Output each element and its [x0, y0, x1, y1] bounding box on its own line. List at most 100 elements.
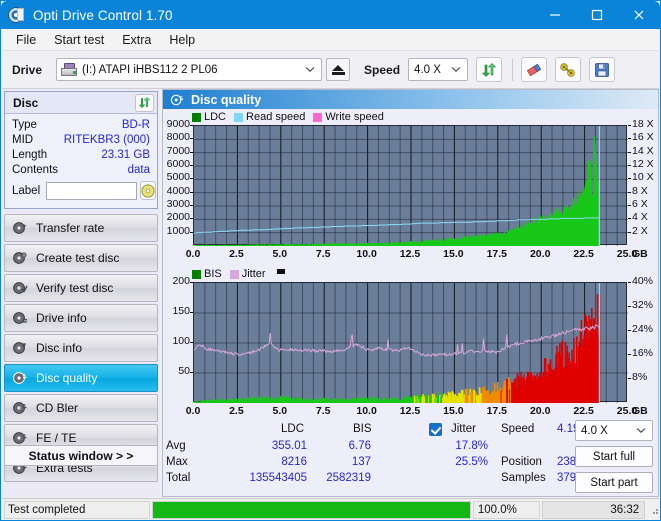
- disc-info-box: Disc Type BD-R MID RITEKBR3 (000) Length…: [4, 91, 158, 209]
- nav-list: Transfer rate Create test disc Verify te…: [4, 214, 158, 484]
- disc-info-icon: [12, 340, 28, 356]
- disc-label-row: Label: [12, 181, 157, 200]
- close-icon[interactable]: [618, 1, 660, 29]
- sidebar-item-transfer-rate[interactable]: Transfer rate: [4, 214, 158, 242]
- stats-jitter-avg: 17.8%: [455, 440, 488, 452]
- tools-icon: [560, 62, 575, 77]
- x-axis-tick-label: 10.0: [356, 405, 377, 417]
- y2-axis-tick-mark: [628, 191, 631, 193]
- x-axis-tick-label: 17.5: [486, 405, 508, 417]
- window-title: Opti Drive Control 1.70: [33, 7, 173, 23]
- stats-avg-bis: 6.76: [348, 440, 371, 452]
- y2-axis-tick-mark: [628, 138, 631, 140]
- minimize-icon[interactable]: [534, 1, 576, 29]
- eject-button[interactable]: [326, 58, 351, 81]
- y-axis-tick-mark: [190, 218, 193, 220]
- resize-grip-icon[interactable]: [649, 505, 659, 515]
- disc-row-key: Contents: [12, 164, 59, 176]
- disc-box-title: Disc: [13, 95, 39, 110]
- y-axis-tick-label: 6000: [166, 158, 190, 170]
- legend-swatch-jitter: [229, 269, 239, 279]
- disc-refresh-button[interactable]: [135, 93, 154, 112]
- x-axis-tick-label: 0.0: [185, 405, 201, 417]
- y-axis-tick-mark: [190, 165, 193, 166]
- start-full-button[interactable]: Start full: [575, 446, 653, 467]
- legend-swatch-bis: [192, 269, 201, 279]
- progress-bar-fill: [153, 501, 470, 518]
- y-axis-tick-label: 2000: [166, 211, 190, 224]
- legend-swatch-write-speed: [313, 112, 323, 122]
- save-button[interactable]: [589, 57, 616, 82]
- progress-bar: [152, 500, 471, 519]
- menu-item-help[interactable]: Help: [161, 31, 203, 49]
- maximize-icon[interactable]: [576, 1, 618, 29]
- stats-total-ldc: 135543405: [249, 472, 307, 484]
- y2-axis-tick-mark: [628, 218, 631, 220]
- sidebar-item-disc-quality[interactable]: Disc quality: [4, 364, 158, 392]
- menu-item-extra[interactable]: Extra: [114, 31, 159, 49]
- erase-button[interactable]: [521, 57, 548, 82]
- y-axis-tick-mark: [190, 151, 193, 153]
- sidebar-item-cd-bler[interactable]: CD Bler: [4, 394, 158, 422]
- y-axis-tick-label: 100: [172, 335, 190, 347]
- stats-total-bis: 2582319: [326, 472, 371, 484]
- sidebar-item-label: Drive info: [36, 311, 87, 325]
- sidebar-item-verify-test-disc[interactable]: Verify test disc: [4, 274, 158, 302]
- save-icon: [595, 62, 609, 77]
- sidebar-item-create-test-disc[interactable]: Create test disc: [4, 244, 158, 272]
- menu-bar: File Start test Extra Help: [2, 29, 659, 51]
- x-axis-tick-label: 20.0: [529, 248, 551, 260]
- legend-marker-block: [276, 268, 285, 274]
- disc-label-input[interactable]: [46, 181, 138, 200]
- x-axis-unit-label: GB: [632, 248, 648, 260]
- legend-swatch-read-speed: [234, 112, 244, 122]
- y2-axis-tick-label: 24%: [632, 323, 654, 335]
- sidebar-item-drive-info[interactable]: Drive info: [4, 304, 158, 332]
- status-bar: Test completed 100.0% 36:32: [2, 498, 659, 520]
- disc-row-key: Length: [12, 149, 48, 161]
- sidebar-item-label: Transfer rate: [36, 221, 105, 235]
- y2-axis-tick-mark: [628, 231, 631, 233]
- x-axis-unit-label: GB: [632, 405, 648, 417]
- toolbar-separator: [512, 58, 514, 81]
- stats-speed-label: Speed: [501, 423, 535, 435]
- tools-button[interactable]: [555, 57, 582, 82]
- toolbar: Drive (I:) ATAPI iHBS112 2 PL06 Speed 4.…: [2, 51, 659, 89]
- drive-select[interactable]: (I:) ATAPI iHBS112 2 PL06: [56, 58, 323, 81]
- menu-item-file[interactable]: File: [8, 31, 44, 49]
- erase-icon: [526, 63, 542, 76]
- y-axis-tick-label: 8000: [166, 131, 190, 144]
- disc-label-browse-button[interactable]: [140, 181, 157, 200]
- jitter-checkbox[interactable]: [429, 423, 442, 436]
- elapsed-time: 36:32: [542, 500, 646, 519]
- drive-icon: [61, 62, 78, 77]
- legend-swatch-ldc: [192, 112, 201, 122]
- y-axis-tick-label: 150: [172, 305, 190, 317]
- y-axis-tick-mark: [190, 312, 193, 313]
- y2-axis-tick-label: 12 X: [632, 158, 654, 170]
- status-window-button[interactable]: Status window > >: [4, 445, 158, 466]
- x-axis-tick-label: 0.0: [185, 248, 201, 260]
- drive-select-value: (I:) ATAPI iHBS112 2 PL06: [82, 63, 218, 76]
- test-speed-select[interactable]: 4.0 X: [575, 420, 653, 441]
- x-axis-tick-label: 22.5: [573, 248, 594, 260]
- y2-axis-tick-mark: [628, 378, 631, 379]
- stats-jitter-max: 25.5%: [455, 456, 488, 468]
- legend-label-jitter: Jitter: [241, 268, 266, 280]
- stats-position-label: Position: [501, 456, 542, 468]
- y-axis-tick-label: 1000: [166, 224, 190, 237]
- speed-select[interactable]: 4.0 X: [408, 58, 469, 81]
- stats-samples-label: Samples: [501, 472, 546, 484]
- menu-item-start-test[interactable]: Start test: [46, 31, 112, 49]
- y2-axis-tick-mark: [628, 330, 631, 331]
- y-axis-tick-label: 9000: [166, 118, 190, 130]
- chevron-down-icon: [305, 65, 315, 75]
- refresh-icon: [138, 96, 151, 109]
- sidebar-item-disc-info[interactable]: Disc info: [4, 334, 158, 362]
- refresh-button[interactable]: [476, 57, 503, 82]
- disc-quality-icon: [170, 93, 184, 107]
- legend-label-read-speed: Read speed: [246, 111, 306, 123]
- disc-box-header: Disc: [5, 92, 157, 114]
- y2-axis-tick-label: 10 X: [632, 171, 654, 184]
- start-part-button[interactable]: Start part: [575, 472, 653, 493]
